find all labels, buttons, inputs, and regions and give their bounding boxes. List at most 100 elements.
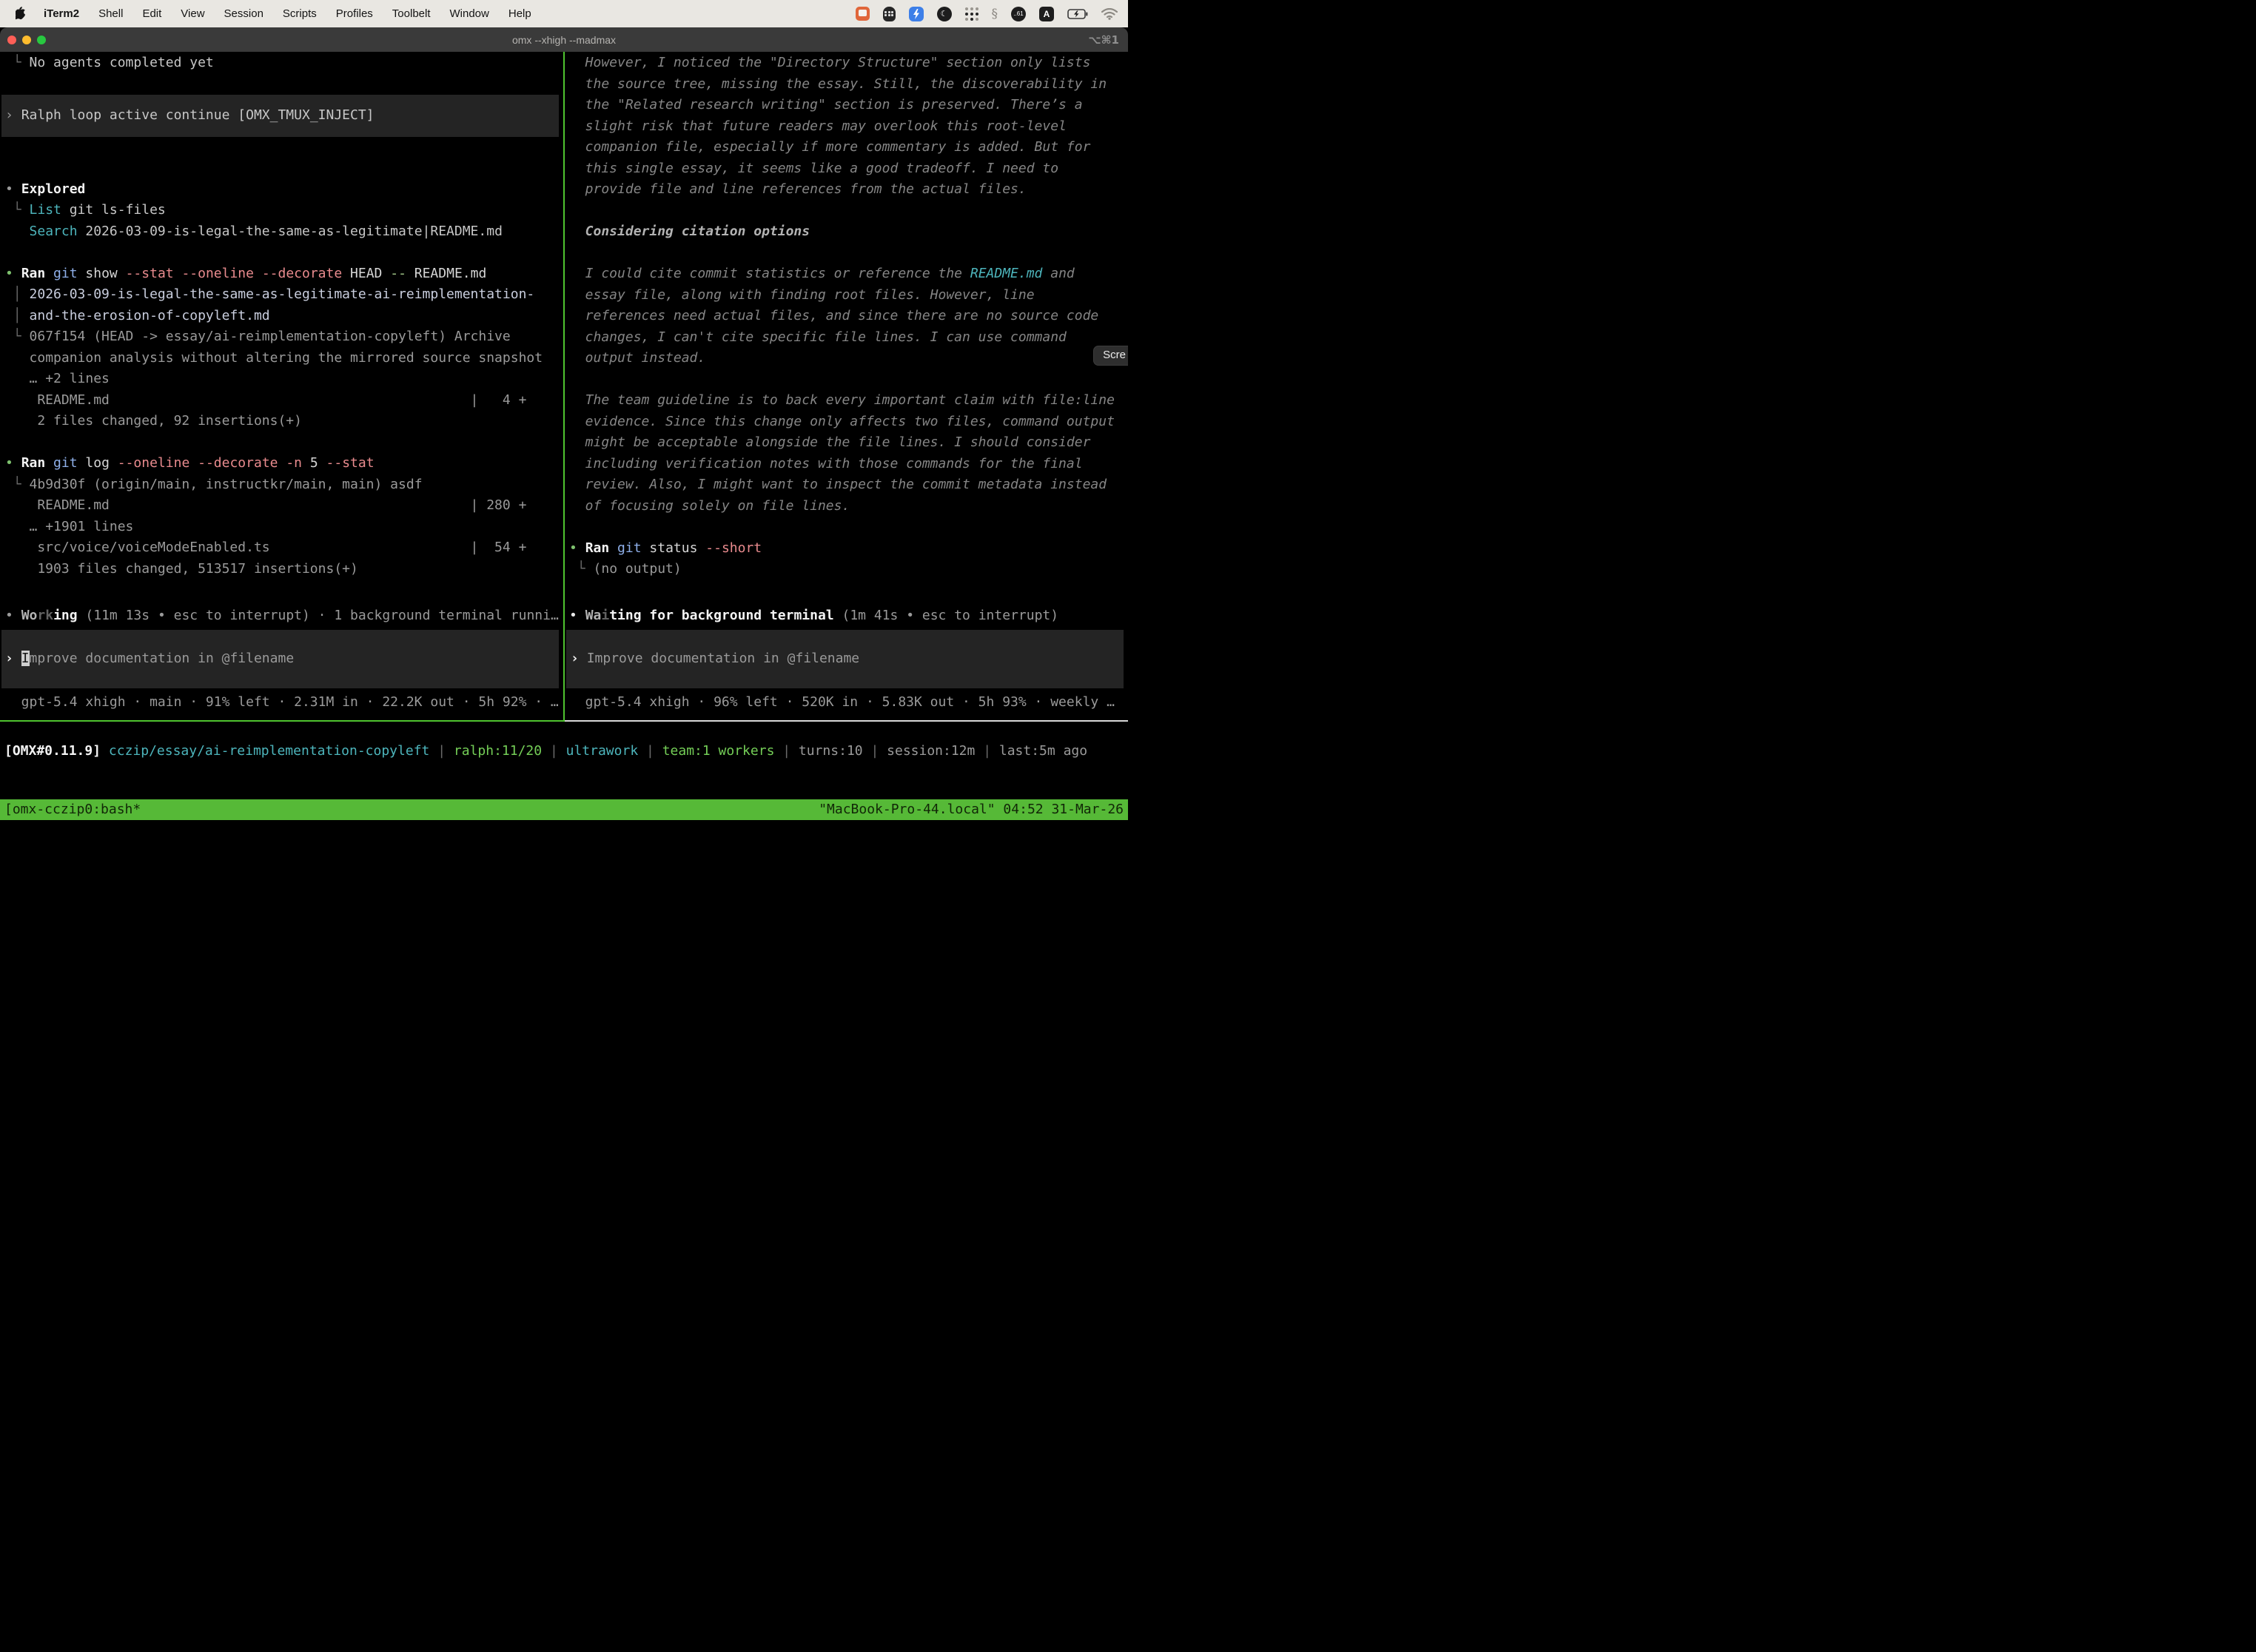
- text-segment: •: [5, 455, 21, 471]
- terminal-line: this single essay, it seems like a good …: [565, 158, 1128, 180]
- terminal-line: slight risk that future readers may over…: [565, 116, 1128, 138]
- text-segment: … +1901 lines: [30, 519, 134, 534]
- terminal-line: The team guideline is to back every impo…: [565, 390, 1128, 412]
- text-segment: -n: [286, 455, 302, 471]
- tmux-host-clock: "MacBook-Pro-44.local" 04:52 31-Mar-26: [819, 802, 1124, 817]
- menu-item-session[interactable]: Session: [224, 7, 263, 20]
- text-segment: the source tree, missing the essay. Stil…: [569, 76, 1107, 92]
- left-status-line: gpt-5.4 xhigh · main · 91% left · 2.31M …: [0, 692, 563, 713]
- terminal-line: the source tree, missing the essay. Stil…: [565, 74, 1128, 95]
- text-segment: --oneline --decorate: [118, 455, 278, 471]
- text-segment: |: [975, 743, 999, 759]
- crescent-moon-icon[interactable]: ☾: [937, 7, 952, 21]
- text-segment: [609, 540, 617, 556]
- text-segment: └: [5, 202, 30, 218]
- text-segment: 2 files changed, 92 insertions(+): [5, 413, 302, 429]
- apple-menu-icon[interactable]: [9, 7, 34, 21]
- right-input-box[interactable]: › Improve documentation in @filename: [566, 630, 1124, 688]
- text-segment: i: [601, 608, 609, 623]
- text-segment: Ran: [585, 540, 610, 556]
- text-segment: Wa: [585, 608, 602, 623]
- menu-item-toolbelt[interactable]: Toolbelt: [392, 7, 431, 20]
- text-segment: └: [5, 329, 30, 344]
- shield-grid-icon[interactable]: [883, 7, 896, 21]
- text-segment: gpt-5.4 xhigh · main · 91% left · 2.31M …: [5, 694, 559, 710]
- text-segment: ting for background terminal: [609, 608, 833, 623]
- left-activity-line: • Working (11m 13s • esc to interrupt) ·…: [0, 605, 563, 627]
- text-segment: of focusing solely on file lines.: [569, 498, 850, 514]
- text-segment: and: [1042, 266, 1074, 281]
- lightning-badge-icon[interactable]: [909, 7, 924, 21]
- text-segment: │: [5, 286, 30, 302]
- menu-item-help[interactable]: Help: [508, 7, 531, 20]
- text-segment: essay file, along with finding root file…: [569, 287, 1035, 303]
- text-segment: 2026-03-09-is-legal-the-same-as-legitima…: [30, 286, 535, 302]
- input-source-icon[interactable]: A: [1039, 7, 1054, 21]
- text-segment: [278, 455, 286, 471]
- wifi-icon[interactable]: [1101, 8, 1118, 20]
- text-segment: ultrawork: [566, 743, 639, 759]
- terminal-line: references need actual files, and since …: [565, 306, 1128, 327]
- text-segment: |: [542, 743, 566, 759]
- text-segment: … +2 lines: [30, 371, 110, 386]
- terminal-line: companion file, especially if more comme…: [565, 137, 1128, 158]
- screen-toast[interactable]: Scre: [1093, 346, 1128, 366]
- battery-icon[interactable]: [1067, 8, 1088, 20]
- text-segment: I could cite commit statistics or refere…: [569, 266, 970, 281]
- text-segment: output instead.: [569, 350, 705, 366]
- text-segment: |: [774, 743, 799, 759]
- text-segment: show: [78, 266, 126, 281]
- terminal-line: changes, I can't cite specific file line…: [565, 327, 1128, 349]
- terminal-line: README.md | 280 +: [0, 495, 563, 517]
- text-segment: references need actual files, and since …: [569, 308, 1098, 323]
- text-segment: README.md | 4 +: [5, 392, 526, 408]
- window-title: omx --xhigh --madmax: [0, 34, 1128, 46]
- text-segment: the "Related research writing" section i…: [569, 97, 1083, 113]
- right-terminal-pane[interactable]: However, I noticed the "Directory Struct…: [565, 52, 1128, 722]
- text-segment: Ralph loop active continue [OMX_TMUX_INJ…: [21, 107, 375, 123]
- menu-item-edit[interactable]: Edit: [142, 7, 161, 20]
- menu-item-scripts[interactable]: Scripts: [283, 7, 317, 20]
- text-segment: 4b9d30f (origin/main, instructkr/main, m…: [30, 477, 423, 492]
- terminal-line: │ and-the-erosion-of-copyleft.md: [0, 306, 563, 327]
- text-segment: might be acceptable alongside the file l…: [569, 434, 1090, 450]
- terminal-line: evidence. Since this change only affects…: [565, 412, 1128, 433]
- text-segment: Ran: [21, 455, 46, 471]
- menu-item-view[interactable]: View: [181, 7, 204, 20]
- menu-item-profiles[interactable]: Profiles: [336, 7, 373, 20]
- terminal-line: • Ran git log --oneline --decorate -n 5 …: [0, 453, 563, 474]
- text-segment: --stat: [326, 455, 375, 471]
- text-segment: |: [863, 743, 887, 759]
- left-input-box[interactable]: › Improve documentation in @filename: [1, 630, 559, 688]
- text-segment: team:1 workers: [662, 743, 775, 759]
- text-segment: companion analysis without altering the …: [30, 350, 543, 366]
- dots-grid-icon[interactable]: [965, 7, 978, 21]
- text-segment: src/voice/voiceModeEnabled.ts | 54 +: [5, 540, 526, 555]
- omx-status-bar: [OMX#0.11.9] cczip/essay/ai-reimplementa…: [0, 741, 1128, 762]
- text-segment: git: [53, 266, 78, 281]
- text-segment: this single essay, it seems like a good …: [569, 161, 1058, 176]
- terminal-line: [565, 369, 1128, 391]
- app-menu-iterm2[interactable]: iTerm2: [44, 7, 79, 20]
- menu-item-shell[interactable]: Shell: [98, 7, 123, 20]
- terminal-line: │ 2026-03-09-is-legal-the-same-as-legiti…: [0, 284, 563, 306]
- terminal-line: [0, 137, 563, 158]
- text-segment: Search: [30, 224, 78, 239]
- terminal-line: src/voice/voiceModeEnabled.ts | 54 +: [0, 537, 563, 559]
- text-segment: rk: [37, 608, 53, 623]
- text-segment: ›: [571, 651, 587, 666]
- menu-item-window[interactable]: Window: [450, 7, 489, 20]
- terminal-line: companion analysis without altering the …: [0, 348, 563, 369]
- right-status-line: gpt-5.4 xhigh · 96% left · 520K in · 5.8…: [565, 692, 1128, 713]
- badge-61-icon[interactable]: ..61: [1011, 7, 1026, 21]
- right-input-line: › Improve documentation in @filename: [566, 648, 1124, 670]
- text-segment: [45, 266, 53, 281]
- chat-app-icon[interactable]: [856, 7, 870, 21]
- text-segment: last:5m ago: [999, 743, 1087, 759]
- text-segment: Ran: [21, 266, 46, 281]
- text-segment: provide file and line references from th…: [569, 181, 1027, 197]
- left-terminal-pane[interactable]: └ No agents completed yet › Ralph loop a…: [0, 52, 563, 722]
- squiggle-icon[interactable]: §: [992, 7, 998, 21]
- text-segment: •: [569, 540, 585, 556]
- text-segment: 5: [302, 455, 326, 471]
